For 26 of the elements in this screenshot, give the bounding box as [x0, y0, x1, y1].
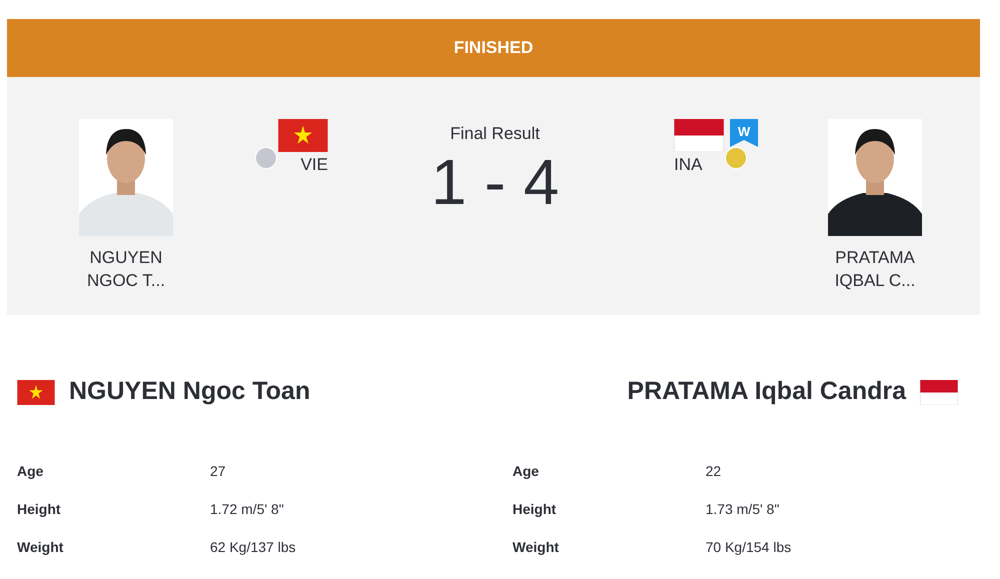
- stat-label: Height: [512, 500, 558, 519]
- flag-icon: [17, 380, 55, 404]
- stat-value: 1.72 m/5' 8": [210, 500, 284, 519]
- stat-label: Age: [17, 462, 44, 481]
- stat-label: Weight: [512, 538, 560, 557]
- flag-icon: [920, 380, 958, 404]
- stat-value: 62 Kg/137 lbs: [210, 538, 296, 557]
- stat-value: 27: [210, 462, 226, 481]
- stat-value: 1.73 m/5' 8": [706, 500, 780, 519]
- score: 1 - 4: [430, 146, 560, 216]
- stat-value: 22: [706, 462, 722, 481]
- result-label: Final Result: [450, 123, 540, 145]
- flag-icon: [278, 119, 328, 152]
- stat-label: Age: [512, 462, 540, 481]
- athlete-name: PRATAMA IQBAL C...: [834, 247, 916, 292]
- athlete-full-name: PRATAMA Iqbal Candra: [627, 376, 906, 408]
- country-code: INA: [674, 155, 702, 175]
- country-code: VIE: [300, 155, 328, 175]
- athlete-name: NGUYEN NGOC T...: [86, 247, 166, 292]
- athlete-full-name: NGUYEN Ngoc Toan: [69, 376, 310, 408]
- status-banner: FINISHED: [7, 19, 980, 77]
- winner-ribbon: W: [730, 119, 758, 147]
- flag-icon: [674, 119, 724, 152]
- stat-label: Weight: [17, 538, 64, 557]
- stat-value: 70 Kg/154 lbs: [706, 538, 792, 557]
- stat-label: Height: [17, 500, 62, 519]
